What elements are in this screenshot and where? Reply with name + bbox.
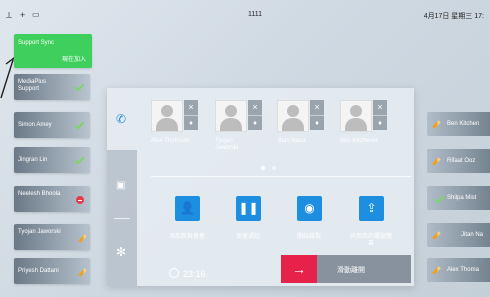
timer-value: 23:16 [183, 269, 206, 279]
panel-rail: ✆ ▣ ✻ [107, 88, 137, 286]
remove-icon[interactable]: × [248, 100, 262, 116]
pencil-icon [432, 231, 441, 240]
add-person-icon: 👤 [180, 201, 195, 215]
action-label: 共用我的電腦螢幕 [349, 234, 392, 247]
share-screen-button[interactable]: ⇪ [359, 196, 384, 221]
attendee-controls: × ♦ [184, 100, 198, 130]
panel-divider [151, 176, 411, 177]
arrow-right-icon: → [292, 261, 306, 277]
participant-support-sync[interactable]: Support Sync 現在加入 [14, 34, 92, 68]
participant-neelesh[interactable]: Neelesh Bhoola [14, 186, 90, 212]
remove-icon[interactable]: × [184, 100, 198, 116]
leave-label: 滑動離開 [337, 267, 365, 274]
participant-alex[interactable]: Alex Thoma [427, 258, 490, 282]
mic-icon[interactable]: ♦ [310, 116, 324, 131]
action-label: 開始錄製 [296, 234, 321, 240]
status-number: 1111 [248, 11, 263, 18]
remove-icon[interactable]: × [310, 100, 324, 116]
attendee-name: Alex Thomson [151, 138, 190, 144]
action-label: 添加新與會者 [168, 234, 205, 240]
network-icon[interactable]: ⟂ [6, 10, 12, 21]
participant-rifaat[interactable]: Rifaat Ooz [427, 149, 490, 173]
participant-name: Jitan Na [461, 232, 484, 238]
participant-name: Priyesh Dattani [18, 268, 59, 274]
slide-to-leave[interactable]: → 滑動離開 [281, 255, 411, 283]
participant-name: Simon Amey [18, 122, 52, 128]
leave-slider-knob[interactable]: → [281, 255, 317, 283]
clock-icon [169, 268, 179, 278]
screen-icon[interactable]: ▭ [32, 10, 40, 19]
attendee-name: Jitan Nana [277, 138, 306, 144]
status-datetime: 4月17日 星期三 17: [423, 13, 484, 20]
panel-content: × ♦ Alex Thomson × ♦ Tyojan Jaworski × ♦ Ji… [137, 88, 414, 286]
check-icon [74, 154, 85, 165]
participant-name: Shilpa Mist [447, 195, 477, 201]
participant-name: Alex Thoma [447, 267, 479, 273]
participant-name: Neelesh Bhoola [18, 191, 61, 197]
action-label: 保留通話 [235, 234, 260, 240]
mic-icon[interactable]: ♦ [248, 116, 262, 131]
check-icon [434, 193, 445, 204]
gear-icon[interactable]: ✻ [116, 245, 126, 259]
participant-name: Ben Kitchen [447, 121, 480, 127]
page-dot[interactable] [272, 166, 276, 170]
attendee-controls: × ♦ [373, 100, 387, 130]
join-now-label[interactable]: 現在加入 [62, 54, 86, 63]
participant-priyesh[interactable]: Priyesh Dattani [14, 258, 90, 284]
pause-icon: ❚❚ [238, 201, 259, 215]
pencil-icon [432, 157, 441, 166]
participant-name: Tyojan Jaworski [18, 229, 61, 235]
participant-jingran[interactable]: Jingran Lin [14, 147, 90, 173]
check-icon [74, 119, 85, 130]
record-icon: ◉ [304, 201, 315, 215]
attendee-name: Ben Kitchener [340, 138, 378, 144]
avatar [215, 100, 247, 132]
call-timer: 23:16 [169, 268, 206, 279]
hold-call-button[interactable]: ❚❚ [236, 196, 261, 221]
phone-icon[interactable]: ✆ [116, 112, 126, 126]
attendee-controls: × ♦ [248, 100, 262, 130]
declined-icon [76, 196, 84, 204]
avatar [151, 100, 183, 132]
participant-tyojan[interactable]: Tyojan Jaworski [14, 224, 90, 250]
screen-share-tab-icon[interactable]: ▣ [116, 180, 125, 191]
remove-icon[interactable]: × [373, 100, 387, 116]
tab-call[interactable]: ✆ [107, 88, 137, 150]
share-screen-icon: ⇪ [366, 201, 377, 215]
page-dot[interactable] [261, 166, 265, 170]
pencil-icon [78, 234, 87, 243]
participant-name: MediaPlus Support [18, 79, 47, 92]
participant-name: Support Sync [18, 40, 55, 46]
participant-ben[interactable]: Ben Kitchen [427, 112, 490, 136]
attendee-controls: × ♦ [310, 100, 324, 130]
check-icon [74, 81, 85, 92]
participant-name: Rifaat Ooz [447, 158, 476, 164]
call-panel: ✆ ▣ ✻ × ♦ Alex Thomson × ♦ Tyojan Jaworski… [107, 88, 414, 286]
mic-icon[interactable]: ♦ [373, 116, 387, 131]
participant-simon[interactable]: Simon Amey [14, 112, 90, 138]
participant-name: Jingran Lin [18, 157, 48, 163]
add-participant-button[interactable]: 👤 [175, 196, 200, 221]
avatar [340, 100, 372, 132]
pencil-icon [78, 268, 87, 277]
avatar [277, 100, 309, 132]
attendee-name: Tyojan Jaworski [215, 138, 239, 151]
participant-shilpa[interactable]: Shilpa Mist [427, 186, 490, 210]
pencil-icon [432, 120, 441, 129]
participant-mediaplus[interactable]: MediaPlus Support [14, 74, 90, 100]
add-icon[interactable]: + [20, 10, 25, 20]
participant-jitan[interactable]: Jitan Na [427, 223, 490, 247]
mic-icon[interactable]: ♦ [184, 116, 198, 131]
status-bar: ⟂ + ▭ 1111 4月17日 星期三 17: [0, 0, 490, 30]
pencil-icon [432, 266, 441, 275]
record-button[interactable]: ◉ [297, 196, 322, 221]
rail-divider [114, 218, 130, 219]
